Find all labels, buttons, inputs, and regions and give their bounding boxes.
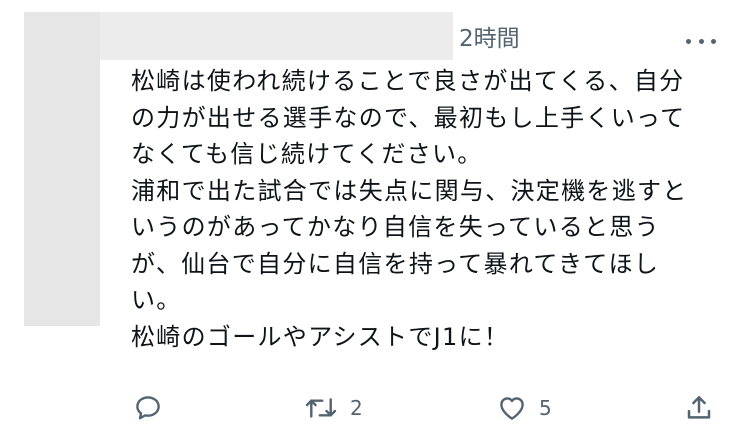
reply-bubble-icon (136, 396, 160, 420)
tweet-line: 松崎は使われ続けることで良さが出てくる、自分 (131, 67, 685, 95)
more-dot (698, 38, 704, 44)
tweet-line: 浦和で出た試合では失点に関与、決定機を逃すと (131, 176, 688, 205)
share-upload-icon (687, 396, 711, 419)
more-dot (686, 38, 691, 44)
more-options-icon[interactable] (686, 30, 716, 52)
tweet-text: 松崎は使われ続けることで良さが出てくる、自分 の力が出せる選手なので、最初もし上… (131, 63, 731, 355)
tweet-line: いうのがあってかなり自信を失っていると思う (131, 213, 660, 241)
tweet-line: なくても信じ続けてください。 (131, 140, 483, 168)
tweet-line: が、仙台で自分に自信を持って暴れてきてほし (131, 249, 660, 278)
tweet-actions-bar: 2 5 (0, 390, 745, 430)
tweet-line: 松崎のゴールやアシストでJ1に！ (131, 322, 510, 351)
redacted-username-area (100, 12, 453, 60)
like-count: 5 (539, 396, 552, 420)
tweet-line: い。 (131, 286, 182, 314)
like-button[interactable]: 5 (497, 393, 552, 423)
redacted-avatar-area (24, 12, 100, 326)
retweet-arrows-icon (305, 398, 337, 418)
reply-button[interactable] (133, 393, 163, 423)
retweet-button[interactable]: 2 (304, 393, 363, 423)
tweet-timestamp[interactable]: 2時間 (459, 24, 520, 54)
tweet-line: の力が出せる選手なので、最初もし上手くいって (131, 103, 686, 132)
share-button[interactable] (684, 393, 714, 423)
retweet-count: 2 (350, 396, 363, 420)
more-dot (711, 38, 716, 44)
heart-icon (500, 397, 524, 420)
